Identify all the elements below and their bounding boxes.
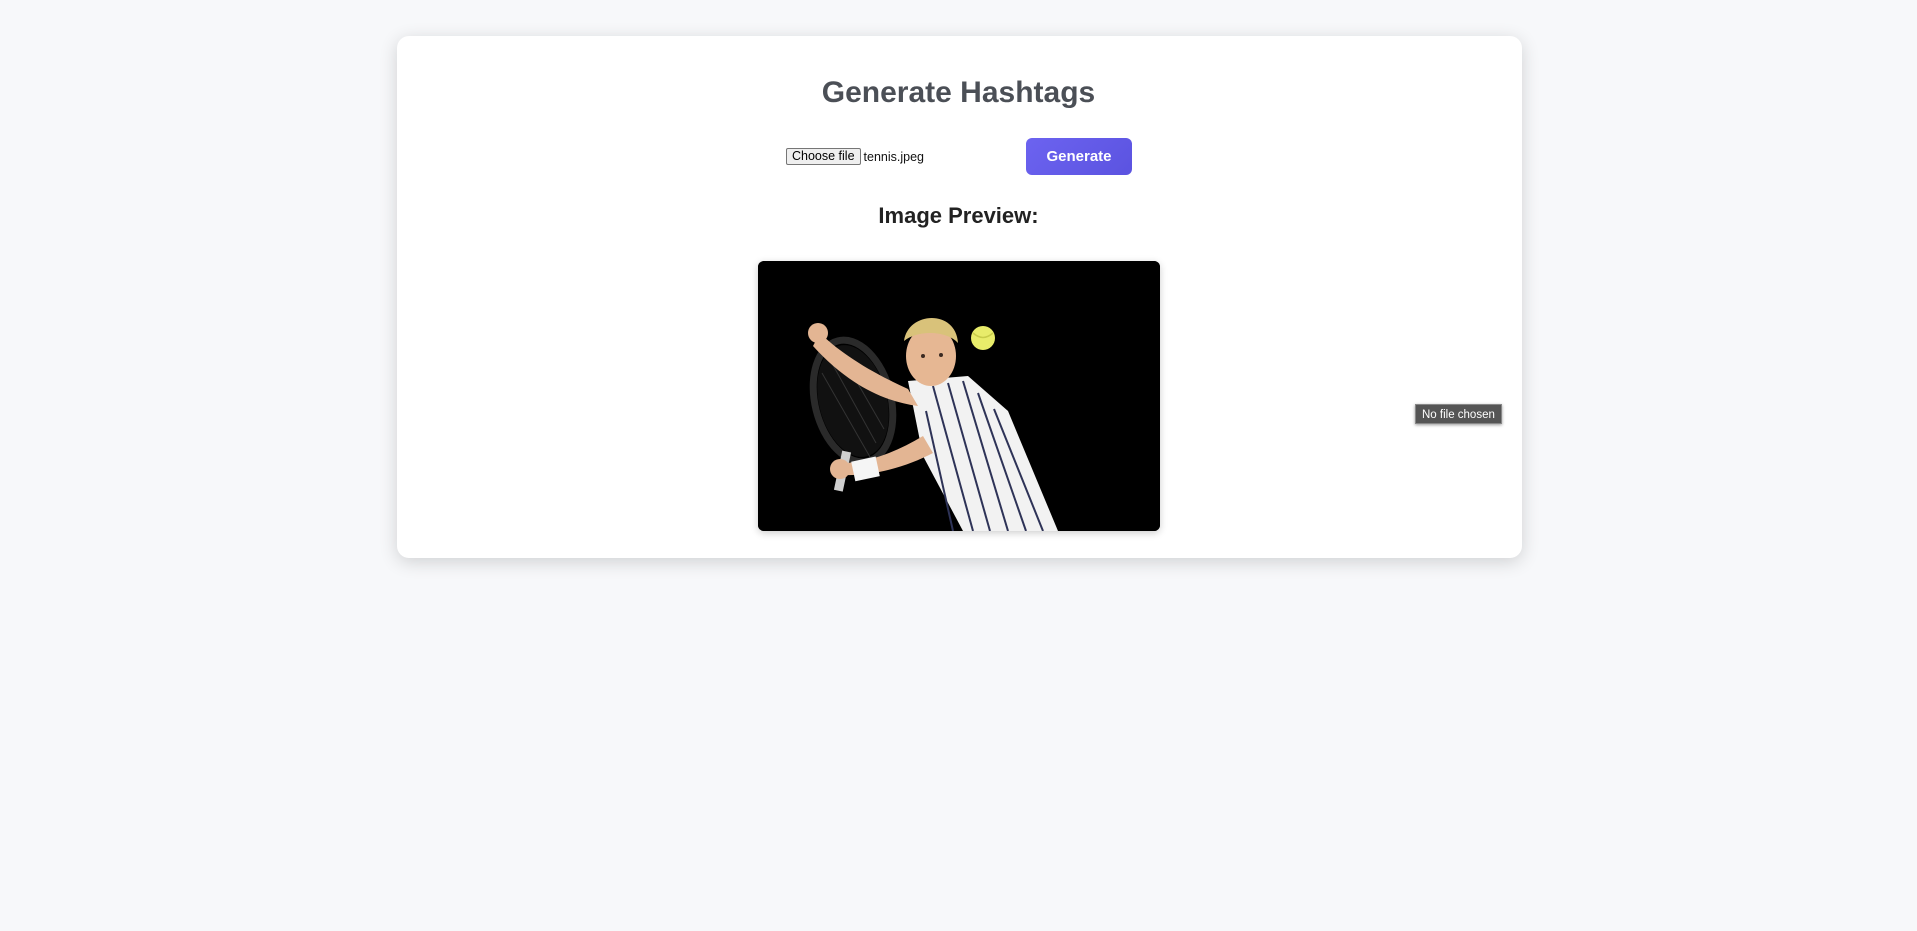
generate-button[interactable]: Generate	[1026, 138, 1132, 175]
selected-file-name: tennis.jpeg	[863, 149, 925, 164]
page-title: Generate Hashtags	[821, 76, 1096, 109]
tennis-player-photo	[758, 261, 1160, 531]
image-preview	[758, 261, 1160, 531]
preview-heading: Image Preview:	[878, 203, 1039, 228]
file-input[interactable]: Choose file tennis.jpeg	[786, 148, 924, 165]
file-tooltip: No file chosen	[1415, 404, 1502, 424]
choose-file-button[interactable]: Choose file	[786, 148, 861, 165]
